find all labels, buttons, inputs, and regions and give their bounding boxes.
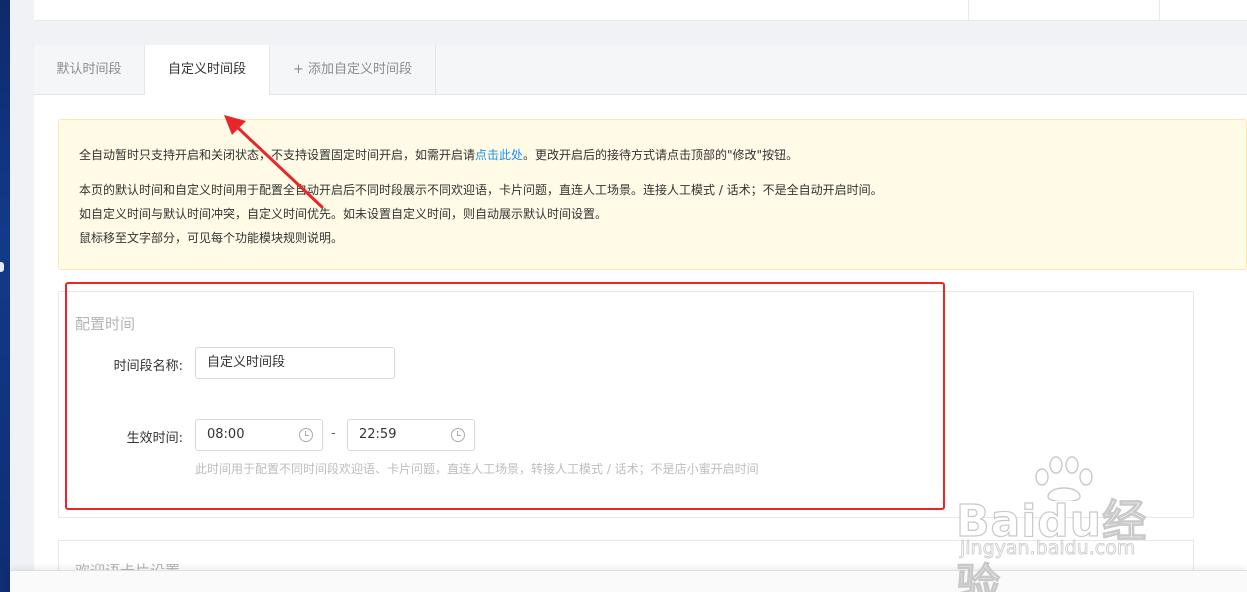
bottom-bar [10,570,1247,592]
arrow-shaft [234,124,324,209]
annotation-arrow [224,115,324,209]
